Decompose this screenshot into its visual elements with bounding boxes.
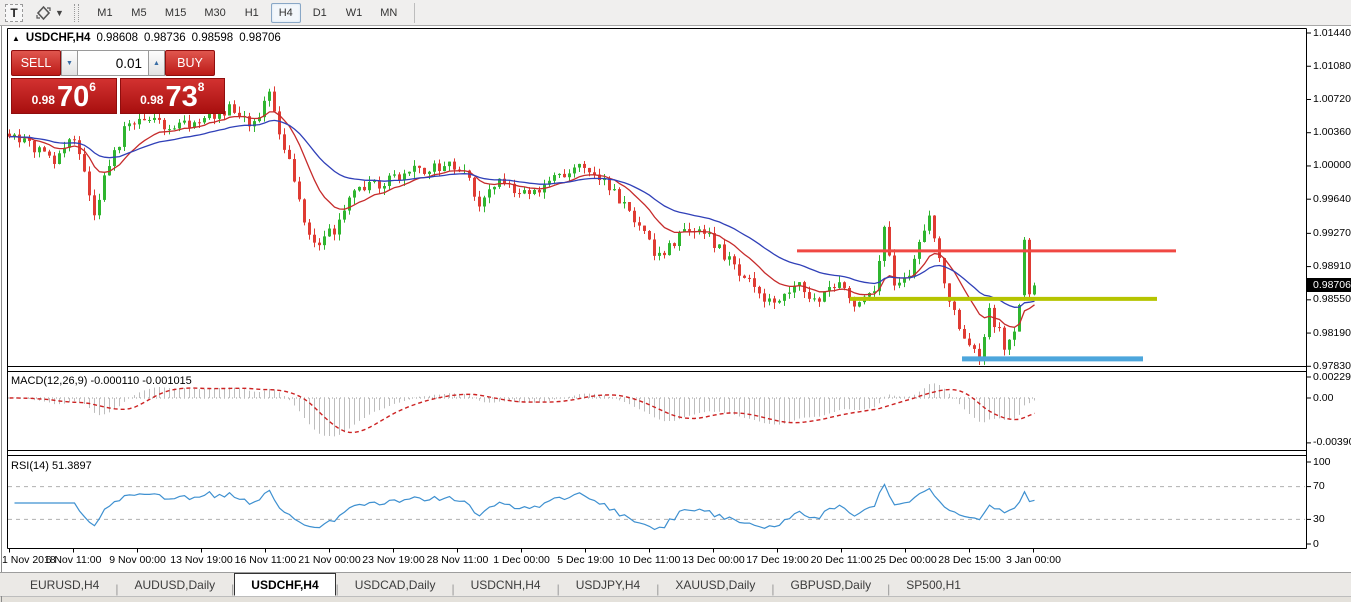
low-value: 0.98598: [192, 32, 234, 44]
tab-gbpusd-daily[interactable]: GBPUSD,Daily: [774, 575, 887, 596]
tab-xauusd-daily[interactable]: XAUUSD,Daily: [659, 575, 771, 596]
sell-price-display[interactable]: 0.98 70 6: [11, 78, 117, 114]
tab-usdjpy-h4[interactable]: USDJPY,H4: [560, 575, 656, 596]
tab-usdchf-h4[interactable]: USDCHF,H4: [234, 573, 335, 596]
lot-size-input[interactable]: [78, 50, 148, 76]
buy-button[interactable]: BUY: [165, 50, 215, 76]
symbol-label: USDCHF,H4: [26, 32, 91, 44]
tab-usdcad-daily[interactable]: USDCAD,Daily: [339, 575, 452, 596]
tab-eurusd-h4[interactable]: EURUSD,H4: [14, 575, 115, 596]
lot-increase-button[interactable]: ▲: [148, 50, 165, 76]
close-value: 0.98706: [239, 32, 281, 44]
tab-usdcnh-h4[interactable]: USDCNH,H4: [455, 575, 557, 596]
tab-audusd-daily[interactable]: AUDUSD,Daily: [118, 575, 231, 596]
chart-tab-bar: EURUSD,H4|AUDUSD,Daily|USDCHF,H4|USDCAD,…: [0, 572, 1351, 596]
buy-price-prefix: 0.98: [140, 93, 163, 110]
rsi-label: RSI(14) 51.3897: [11, 460, 92, 472]
symbol-header: ▲ USDCHF,H4 0.98608 0.98736 0.98598 0.98…: [12, 32, 281, 44]
mt4-window: { "toolbar": { "text_tool_label": "T", "…: [0, 0, 1351, 602]
buy-price-display[interactable]: 0.98 73 8: [120, 78, 226, 114]
sell-price-prefix: 0.98: [32, 93, 55, 110]
buy-price-sup: 8: [198, 80, 205, 94]
high-value: 0.98736: [144, 32, 186, 44]
open-value: 0.98608: [96, 32, 138, 44]
lot-decrease-button[interactable]: ▼: [61, 50, 78, 76]
buy-price-big: 73: [165, 84, 197, 110]
current-price-badge: 0.98706: [1307, 278, 1351, 292]
collapse-icon[interactable]: ▲: [12, 34, 20, 43]
sell-button[interactable]: SELL: [11, 50, 61, 76]
sell-price-big: 70: [57, 84, 89, 110]
macd-label: MACD(12,26,9) -0.000110 -0.001015: [11, 375, 192, 387]
sell-price-sup: 6: [89, 80, 96, 94]
one-click-trade-panel: SELL ▼ ▲ BUY 0.98 70 6 0.98 73 8: [11, 50, 225, 115]
tab-sp500-h1[interactable]: SP500,H1: [890, 575, 977, 596]
